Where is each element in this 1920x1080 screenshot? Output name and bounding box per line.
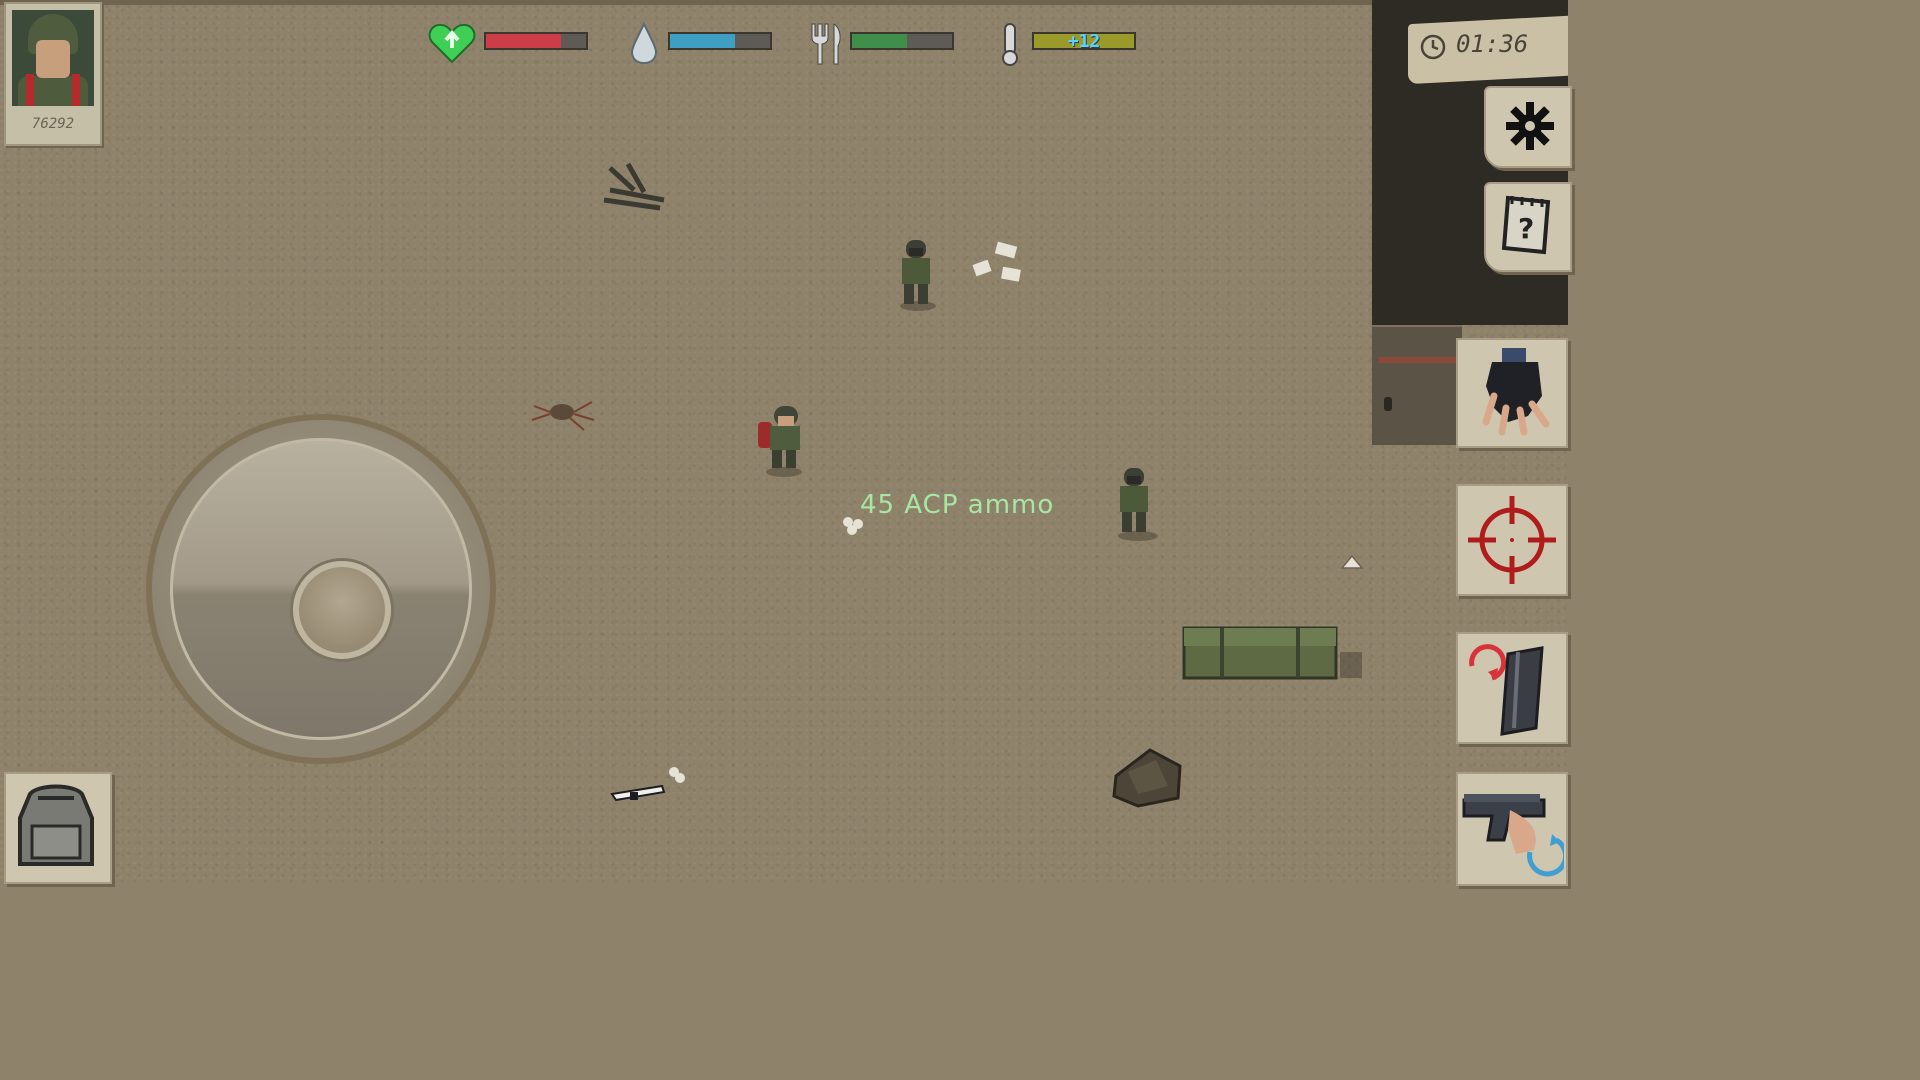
reload-magazine-icon — [1469, 644, 1544, 736]
fork-knife-icon — [811, 23, 841, 65]
thermometer-icon — [1002, 23, 1018, 66]
map-edge — [0, 0, 1372, 5]
scattered-papers[interactable] — [966, 240, 1030, 288]
door-stripe — [1378, 357, 1456, 363]
svg-text:?: ? — [1518, 212, 1534, 245]
notepad-question-icon: ? — [1501, 195, 1551, 255]
joystick-base — [170, 438, 472, 740]
hostile-soldier[interactable] — [892, 236, 940, 312]
score-value: 76292 — [31, 116, 75, 132]
thirst-fill — [670, 34, 735, 48]
gear-icon — [1506, 102, 1554, 150]
player-portrait[interactable]: 76292 — [4, 2, 102, 146]
reload-button[interactable] — [1456, 632, 1568, 744]
game-clock: 01:36 — [1456, 30, 1529, 58]
hunger-bar — [850, 32, 954, 50]
temperature-bar: +12 — [1032, 31, 1136, 52]
interact-button[interactable] — [1456, 338, 1568, 448]
backpack-icon — [18, 784, 94, 866]
dead-spider — [531, 401, 595, 431]
weapon-button[interactable] — [1456, 772, 1568, 886]
rock-debris — [1112, 748, 1182, 808]
movement-joystick[interactable] — [146, 414, 496, 764]
settings-button[interactable] — [1484, 86, 1572, 168]
soldier-avatar — [12, 10, 94, 106]
pickup-label: 45 ACP ammo — [860, 490, 1055, 520]
water-drop-icon — [630, 22, 658, 64]
player-character[interactable] — [752, 402, 810, 478]
clock-icon — [1420, 34, 1446, 60]
journal-button[interactable]: ? — [1484, 182, 1572, 272]
door-handle — [1384, 397, 1392, 411]
rifle-and-ammo-pickup[interactable] — [608, 762, 692, 806]
aim-button[interactable] — [1456, 484, 1568, 596]
hostile-soldier[interactable] — [1108, 464, 1164, 542]
inventory-button[interactable] — [4, 772, 112, 884]
health-fill — [486, 34, 561, 48]
thirst-bar — [668, 32, 772, 50]
military-crate[interactable] — [1182, 624, 1364, 682]
small-debris[interactable] — [1338, 552, 1366, 572]
pistol-swap-icon — [1462, 794, 1564, 877]
joystick-knob[interactable] — [293, 561, 391, 659]
grab-hand-icon — [1482, 348, 1550, 436]
dead-branch — [603, 162, 665, 211]
heart-icon — [428, 23, 476, 64]
health-bar — [484, 32, 588, 50]
door-panel — [1372, 325, 1462, 445]
hunger-fill — [852, 34, 907, 48]
crosshair-icon — [1468, 496, 1556, 584]
temperature-value: +12 — [1067, 31, 1101, 52]
